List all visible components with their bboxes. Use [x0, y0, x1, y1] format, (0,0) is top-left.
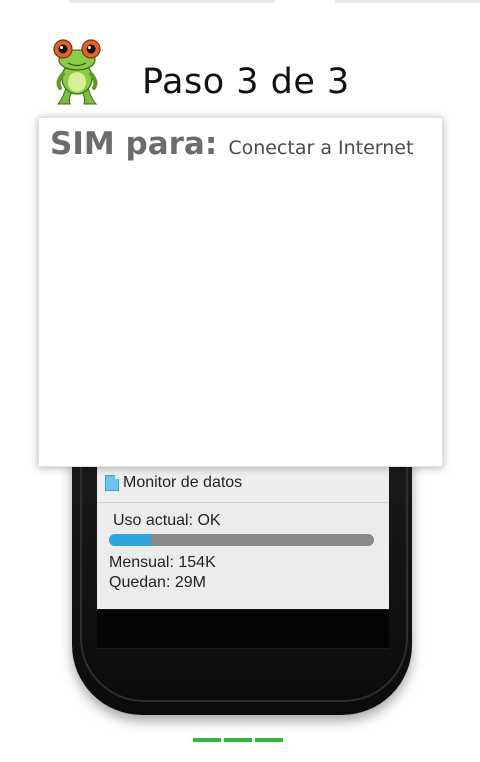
top-divider-left [70, 0, 275, 3]
phone-nav-strip [97, 609, 389, 649]
document-icon [105, 475, 119, 491]
usage-progress-fill [109, 534, 152, 546]
sim-purpose-card: SIM para: Conectar a Internet [38, 117, 443, 467]
monthly-usage: Mensual: 154K [109, 554, 216, 571]
pager-step-1 [193, 738, 221, 742]
card-heading: SIM para: Conectar a Internet [50, 126, 413, 162]
pager-step-2 [224, 738, 252, 742]
sim-label: SIM para: [50, 126, 218, 162]
step-pager [193, 738, 283, 742]
top-divider-right [335, 0, 480, 3]
phone-screen: Monitor de datos Uso actual: OK Mensual:… [97, 464, 389, 609]
widget-header: Monitor de datos [97, 464, 389, 503]
page-title: Paso 3 de 3 [142, 62, 350, 102]
remaining-data: Quedan: 29M [109, 574, 206, 591]
usage-status: Uso actual: OK [113, 512, 221, 529]
sim-purpose-text: Conectar a Internet [228, 137, 414, 159]
widget-title: Monitor de datos [123, 474, 243, 491]
frog-mascot-icon [53, 39, 101, 105]
pager-step-3 [255, 738, 283, 742]
usage-progress-bar [109, 534, 374, 546]
